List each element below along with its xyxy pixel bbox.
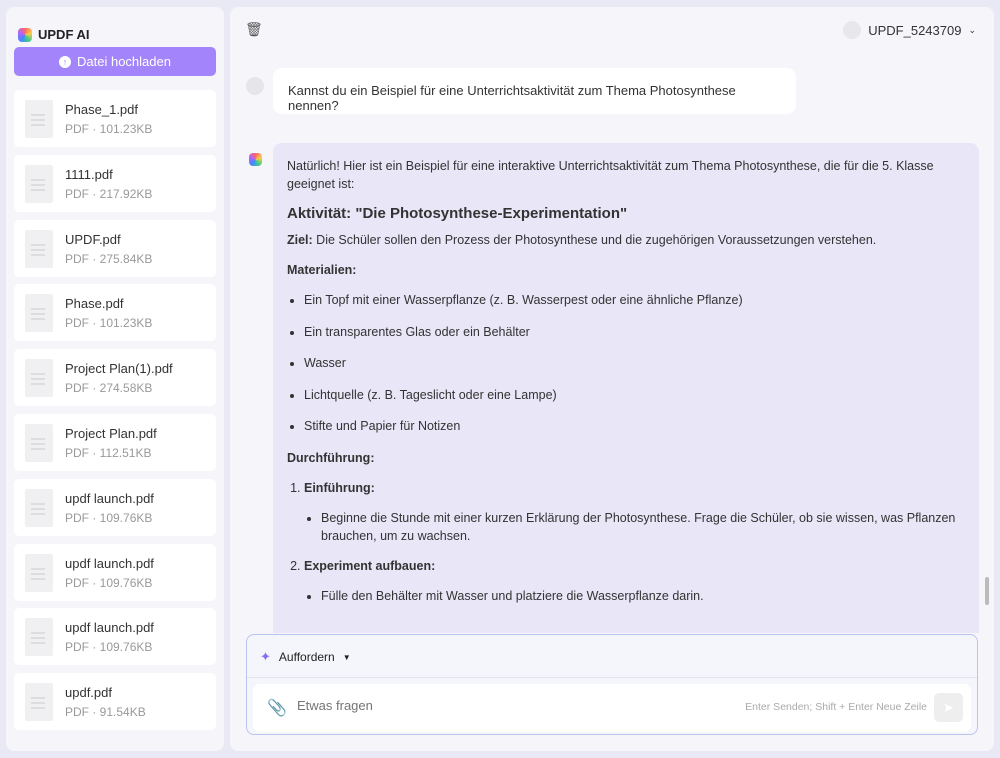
pdf-file-icon	[25, 164, 53, 203]
material-item: Lichtquelle (z. B. Tageslicht oder eine …	[304, 386, 965, 404]
ai-logo-icon	[249, 153, 262, 166]
chat-panel: 🗑 UPDF_5243709 ⌄ Kannst du ein Beispiel f…	[230, 7, 994, 751]
pdf-file-icon	[25, 229, 53, 268]
prompt-dropdown[interactable]: ✦ Auffordern ▼	[260, 649, 351, 665]
paperclip-icon[interactable]: 📎	[267, 698, 287, 718]
file-item[interactable]: UPDF.pdf PDF · 275.84KB	[14, 219, 216, 277]
file-item[interactable]: Project Plan.pdf PDF · 112.51KB	[14, 413, 216, 471]
divider	[247, 677, 977, 678]
pdf-file-icon	[25, 359, 53, 398]
file-item[interactable]: Phase.pdf PDF · 101.23KB	[14, 284, 216, 342]
file-name: Phase_1.pdf	[65, 102, 139, 117]
file-meta: PDF · 109.76KB	[65, 640, 153, 655]
send-button[interactable]: ➤	[934, 693, 963, 722]
user-avatar	[246, 77, 264, 95]
user-message: Kannst du ein Beispiel für eine Unterric…	[273, 68, 796, 114]
pdf-file-icon	[25, 618, 53, 657]
step-title: Einführung:	[304, 480, 375, 495]
chevron-down-icon: ⌄	[968, 24, 976, 35]
file-meta: PDF · 101.23KB	[65, 316, 153, 331]
file-item[interactable]: Phase_1.pdf PDF · 101.23KB	[14, 90, 216, 147]
answer-intro: Natürlich! Hier ist ein Beispiel für ein…	[287, 159, 934, 191]
pdf-file-icon	[25, 683, 53, 722]
file-name: Phase.pdf	[65, 296, 124, 312]
steps-list: Einführung: Beginne die Stunde mit einer …	[287, 479, 965, 605]
file-item[interactable]: updf.pdf PDF · 91.54KB	[14, 673, 216, 731]
composer: ✦ Auffordern ▼ 📎 Enter Senden; Shift + Ent…	[246, 634, 978, 735]
user-menu[interactable]: UPDF_5243709 ⌄	[843, 21, 976, 39]
file-item[interactable]: updf launch.pdf PDF · 109.76KB	[14, 543, 216, 601]
material-item: Ein Topf mit einer Wasserpflanze (z. B. …	[304, 291, 965, 309]
goal-text: Die Schüler sollen den Prozess der Photo…	[312, 233, 877, 247]
procedure-label: Durchführung:	[287, 450, 375, 465]
material-item: Stifte und Papier für Notizen	[304, 417, 965, 435]
prompt-label: Auffordern	[278, 650, 335, 664]
answer-title: Aktivität: "Die Photosynthese-Experiment…	[287, 205, 628, 222]
file-meta: PDF · 91.54KB	[65, 705, 146, 720]
ai-message: Natürlich! Hier ist ein Beispiel für ein…	[273, 143, 979, 633]
file-item[interactable]: 1111.pdf PDF · 217.92KB	[14, 154, 216, 212]
message-input[interactable]	[297, 698, 697, 713]
step-item: Einführung: Beginne die Stunde mit einer …	[304, 479, 965, 545]
material-item: Ein transparentes Glas oder ein Behälter	[304, 323, 965, 341]
file-name: updf.pdf	[65, 685, 112, 701]
file-meta: PDF · 275.84KB	[65, 251, 153, 266]
pdf-file-icon	[25, 100, 53, 138]
file-name: updf launch.pdf	[65, 490, 154, 506]
goal-label: Ziel:	[287, 233, 313, 247]
input-box: 📎 Enter Senden; Shift + Enter Neue Zeile…	[253, 684, 971, 732]
goal: Ziel: Die Schüler sollen den Prozess der…	[287, 231, 965, 249]
file-item[interactable]: Project Plan(1).pdf PDF · 274.58KB	[14, 349, 216, 407]
brand: UPDF AI	[18, 27, 90, 42]
pdf-file-icon	[25, 553, 53, 592]
upload-label: Datei hochladen	[77, 54, 171, 69]
avatar	[843, 21, 862, 39]
file-meta: PDF · 109.76KB	[65, 510, 153, 525]
file-name: updf launch.pdf	[65, 555, 154, 571]
step-detail: Beginne die Stunde mit einer kurzen Erkl…	[321, 509, 965, 545]
file-meta: PDF · 109.76KB	[65, 575, 153, 590]
file-meta: PDF · 112.51KB	[65, 445, 152, 460]
pdf-file-icon	[25, 294, 53, 333]
file-item[interactable]: updf launch.pdf PDF · 109.76KB	[14, 608, 216, 666]
pdf-file-icon	[25, 488, 53, 527]
upload-button[interactable]: ↑ Datei hochladen	[14, 47, 216, 76]
materials-label: Materialien:	[287, 263, 357, 277]
pdf-file-icon	[25, 423, 53, 462]
step-item: Experiment aufbauen: Fülle den Behälter m…	[304, 557, 965, 605]
updf-logo-icon	[18, 27, 32, 42]
trash-icon[interactable]: 🗑	[245, 21, 263, 38]
step-detail: Fülle den Behälter mit Wasser und platzi…	[321, 587, 965, 605]
materials-heading: Materialien:	[287, 261, 965, 279]
app-title: UPDF AI	[38, 27, 90, 42]
step-title: Experiment aufbauen:	[304, 558, 436, 573]
file-name: updf launch.pdf	[65, 620, 154, 636]
material-item: Wasser	[304, 354, 965, 372]
file-meta: PDF · 274.58KB	[65, 381, 153, 396]
scrollbar[interactable]	[985, 577, 989, 605]
file-list: Phase_1.pdf PDF · 101.23KB 1111.pdf PDF · 2…	[14, 90, 216, 738]
sparkle-icon: ✦	[260, 649, 271, 664]
file-name: Project Plan(1).pdf	[65, 361, 173, 377]
file-meta: PDF · 217.92KB	[65, 186, 153, 201]
sidebar: UPDF AI ↑ Datei hochladen Phase_1.pdf PDF …	[6, 7, 224, 751]
file-name: 1111.pdf	[65, 166, 113, 182]
file-name: UPDF.pdf	[65, 231, 121, 247]
materials-list: Ein Topf mit einer Wasserpflanze (z. B. …	[287, 291, 965, 435]
file-meta: PDF · 101.23KB	[65, 122, 153, 136]
file-item[interactable]: updf launch.pdf PDF · 109.76KB	[14, 478, 216, 536]
username: UPDF_5243709	[868, 22, 962, 38]
caret-down-icon: ▼	[342, 652, 351, 662]
file-name: Project Plan.pdf	[65, 425, 157, 441]
input-hint: Enter Senden; Shift + Enter Neue Zeile	[745, 701, 927, 713]
upload-icon: ↑	[59, 55, 72, 68]
